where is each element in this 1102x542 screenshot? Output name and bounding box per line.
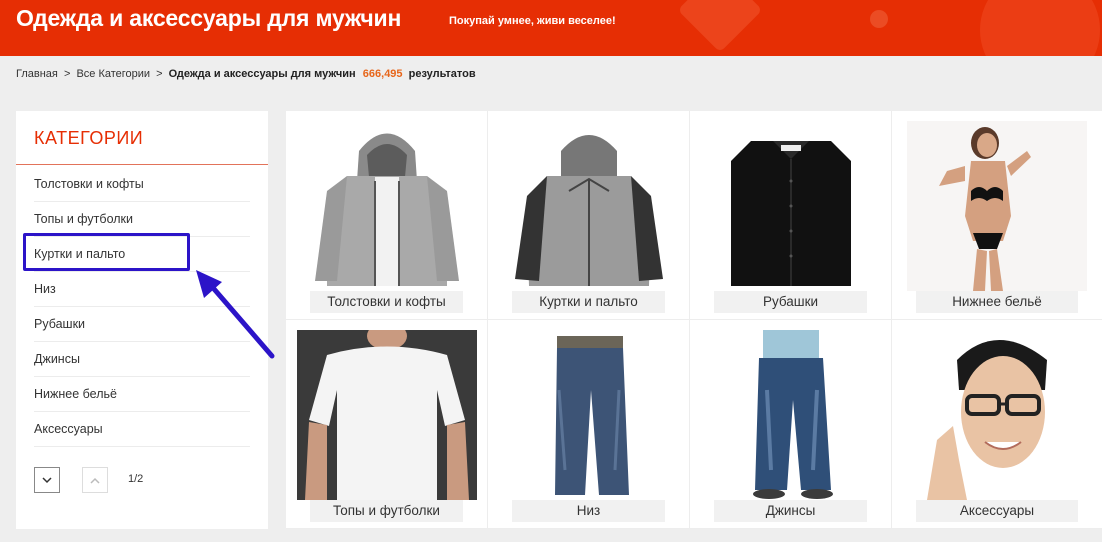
tile-label: Низ xyxy=(512,500,665,522)
category-grid: Толстовки и кофты Куртки и пальто Рубашк… xyxy=(286,111,1102,529)
tile-label: Топы и футболки xyxy=(310,500,463,522)
category-tile-jackets[interactable]: Куртки и пальто xyxy=(488,111,690,320)
category-tile-tops[interactable]: Топы и футболки xyxy=(286,320,488,529)
breadcrumb-home-link[interactable]: Главная xyxy=(16,68,58,80)
breadcrumb-all-categories-link[interactable]: Все Категории xyxy=(76,68,150,80)
annotation-arrow-icon xyxy=(196,270,275,359)
banner-decoration xyxy=(980,0,1100,56)
category-tile-underwear[interactable]: Нижнее бельё xyxy=(892,111,1102,320)
grey-hoodie-image xyxy=(314,133,459,286)
banner-decoration xyxy=(677,0,763,53)
category-tile-accessories[interactable]: Аксессуары xyxy=(892,320,1102,529)
sidebar-divider xyxy=(16,164,268,165)
category-item-underwear[interactable]: Нижнее бельё xyxy=(34,377,250,412)
jeans-pants-image xyxy=(554,336,629,495)
header-banner: Одежда и аксессуары для мужчин Покупай у… xyxy=(0,0,1102,56)
jeans-model-image xyxy=(752,330,833,499)
chevron-down-icon xyxy=(42,476,52,483)
pager-info: 1/2 xyxy=(128,473,144,485)
sidebar-title: КАТЕГОРИИ xyxy=(34,128,144,148)
chevron-up-icon xyxy=(90,477,100,484)
white-tshirt-image xyxy=(296,330,477,500)
pager-next-button[interactable] xyxy=(34,467,60,493)
category-item-tops[interactable]: Топы и футболки xyxy=(34,202,250,237)
tile-label: Куртки и пальто xyxy=(512,291,665,313)
breadcrumb: Главная > Все Категории > Одежда и аксес… xyxy=(16,68,476,80)
breadcrumb-current: Одежда и аксессуары для мужчин xyxy=(168,68,356,80)
category-item-accessories[interactable]: Аксессуары xyxy=(34,412,250,447)
tile-label: Аксессуары xyxy=(916,500,1078,522)
page-title: Одежда и аксессуары для мужчин xyxy=(16,5,402,31)
breadcrumb-separator: > xyxy=(156,68,163,80)
category-item-hoodies[interactable]: Толстовки и кофты xyxy=(34,167,250,202)
pager-prev-button[interactable] xyxy=(82,467,108,493)
result-count: 666,495 xyxy=(362,68,403,80)
black-shirt-image xyxy=(730,141,851,286)
result-count-label: результатов xyxy=(408,68,476,80)
category-tile-bottoms[interactable]: Низ xyxy=(488,320,690,529)
page-subtitle: Покупай умнее, живи веселее! xyxy=(449,15,616,27)
swimwear-model-image xyxy=(907,121,1087,291)
category-tile-hoodies[interactable]: Толстовки и кофты xyxy=(286,111,488,320)
tile-label: Джинсы xyxy=(714,500,867,522)
category-tile-jeans[interactable]: Джинсы xyxy=(690,320,892,529)
glasses-man-image xyxy=(927,340,1047,500)
banner-decoration xyxy=(870,10,888,28)
breadcrumb-separator: > xyxy=(63,68,71,80)
tile-label: Толстовки и кофты xyxy=(310,291,463,313)
tile-label: Нижнее бельё xyxy=(916,291,1078,313)
tile-label: Рубашки xyxy=(714,291,867,313)
category-tile-shirts[interactable]: Рубашки xyxy=(690,111,892,320)
category-pager: 1/2 xyxy=(34,467,250,493)
annotation-highlight-box xyxy=(23,233,190,271)
grey-jacket-image xyxy=(514,135,663,286)
